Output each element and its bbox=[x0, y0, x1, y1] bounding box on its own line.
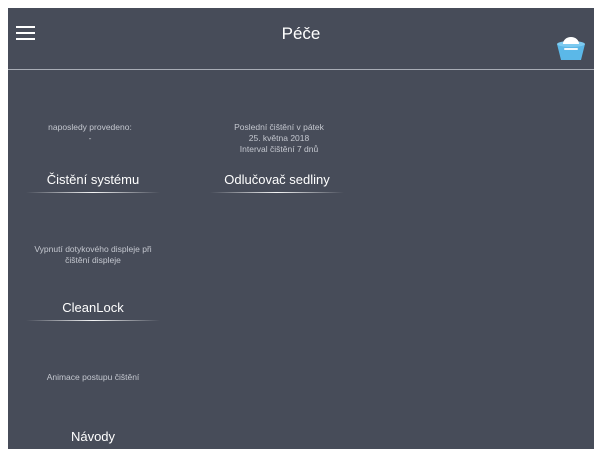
description-line: - bbox=[88, 133, 92, 143]
button-underline bbox=[26, 192, 160, 193]
header-divider bbox=[8, 69, 594, 70]
button-label: Odlučovač sedliny bbox=[224, 172, 330, 187]
page-title: Péče bbox=[281, 24, 321, 43]
button-underline bbox=[210, 192, 344, 193]
description-line: čištění displeje bbox=[65, 255, 121, 265]
button-label: Čistění systému bbox=[46, 172, 140, 187]
button-label: CleanLock bbox=[62, 300, 124, 315]
system-cleaning-description: naposledy provedeno: - bbox=[20, 122, 160, 144]
system-cleaning-button[interactable]: Čistění systému bbox=[26, 172, 160, 194]
guides-description: Animace postupu čištění bbox=[20, 372, 166, 383]
sediment-separator-button[interactable]: Odlučovač sedliny bbox=[210, 172, 344, 194]
sediment-separator-description: Poslední čištění v pátek 25. května 2018… bbox=[204, 122, 354, 155]
washer-device-icon[interactable] bbox=[555, 36, 587, 62]
cleanlock-description: Vypnutí dotykového displeje při čištění … bbox=[14, 244, 172, 266]
description-line: Poslední čištění v pátek bbox=[234, 122, 324, 132]
guides-button[interactable]: Návody bbox=[26, 429, 160, 449]
description-line: naposledy provedeno: bbox=[48, 122, 132, 132]
button-label: Návody bbox=[70, 429, 116, 444]
button-underline bbox=[26, 320, 160, 321]
cleanlock-button[interactable]: CleanLock bbox=[26, 300, 160, 322]
description-line: Animace postupu čištění bbox=[46, 372, 140, 382]
description-line: Vypnutí dotykového displeje při bbox=[34, 244, 152, 254]
header: Péče bbox=[8, 8, 594, 69]
description-line: Interval čištění 7 dnů bbox=[239, 144, 319, 154]
description-line: 25. května 2018 bbox=[248, 133, 310, 143]
care-screen: Péče naposledy provedeno: - Čistění syst… bbox=[8, 8, 594, 449]
